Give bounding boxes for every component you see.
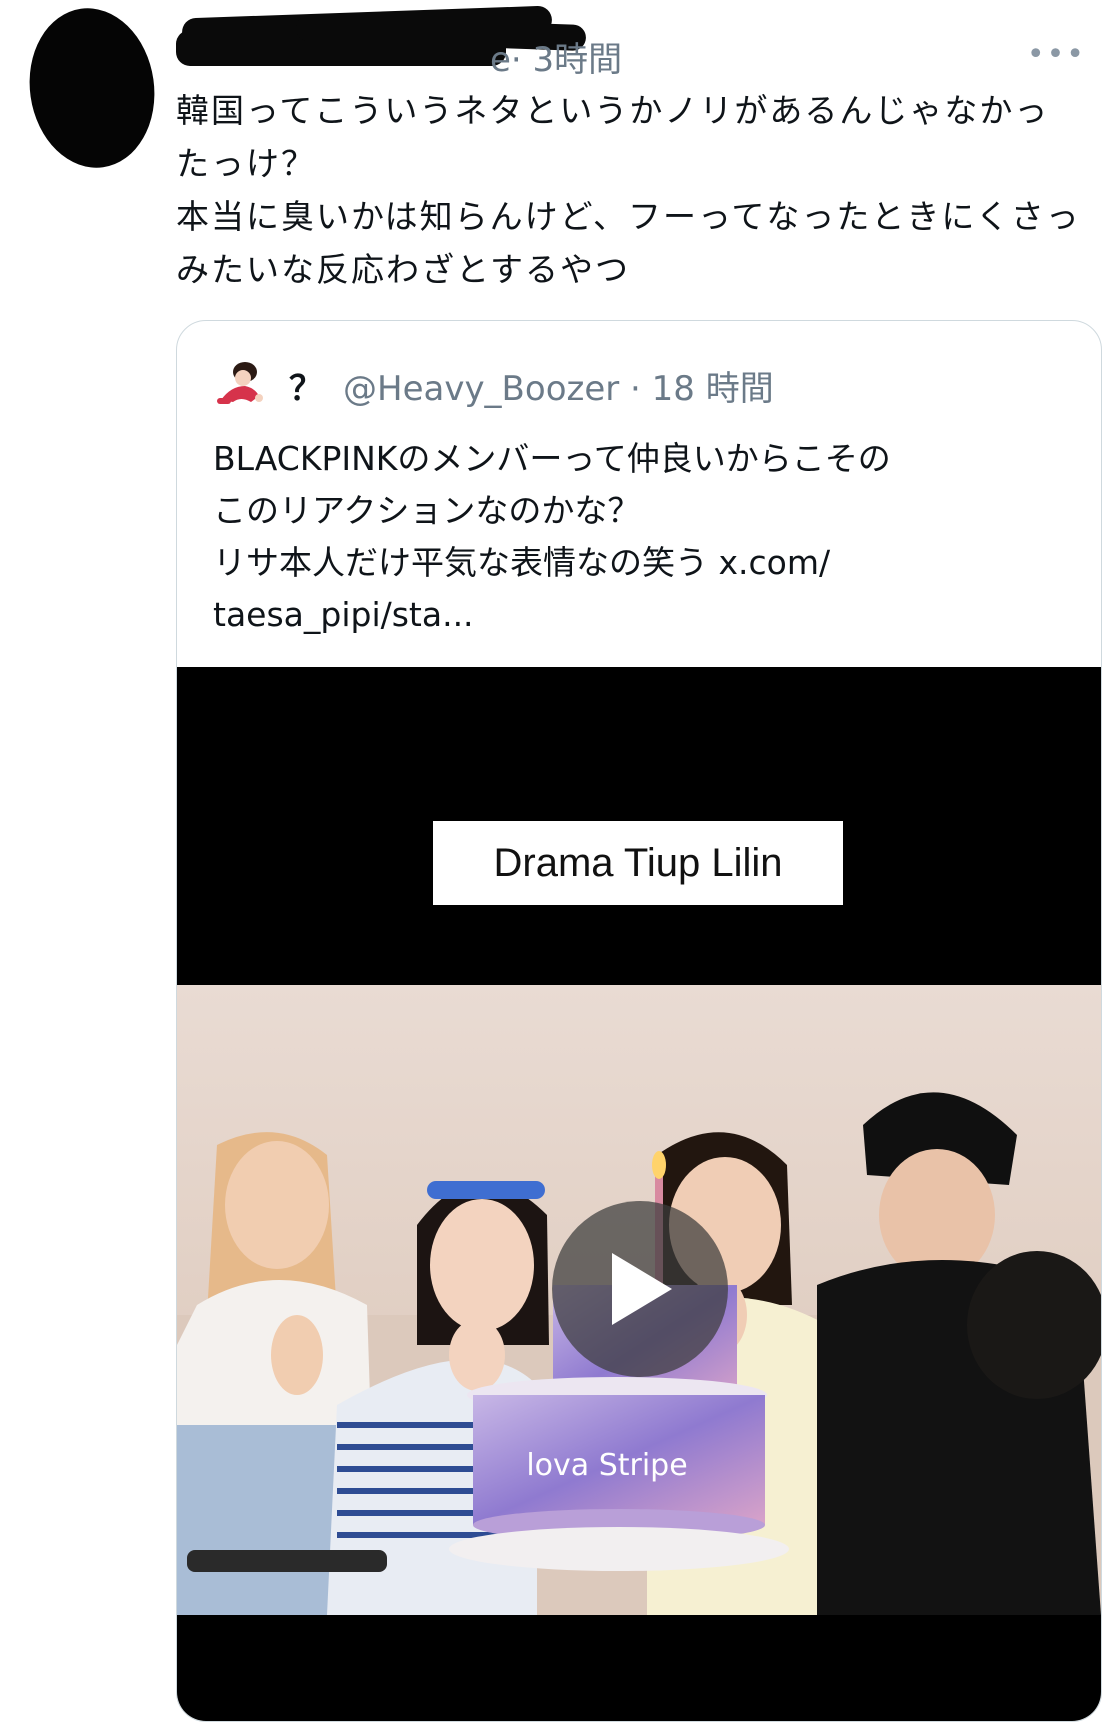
quoted-avatar-illustration xyxy=(217,362,263,404)
play-icon xyxy=(612,1253,672,1325)
tweet-text: 韓国ってこういうネタというかノリがあるんじゃなかったっけ？ 本当に臭いかは知らん… xyxy=(176,91,1081,289)
quoted-handle-time[interactable]: @Heavy_Boozer · 18 時間 xyxy=(343,361,774,410)
play-button[interactable] xyxy=(552,1201,728,1377)
quoted-avatar[interactable] xyxy=(211,356,269,414)
username-fragment: e xyxy=(490,40,511,80)
tweet-time[interactable]: · 3時間 xyxy=(511,40,622,80)
tweet-meta: e· 3時間 xyxy=(490,32,622,81)
cake-lettering: lova Stripe xyxy=(526,1448,687,1483)
more-icon[interactable]: ••• xyxy=(1027,40,1086,70)
quoted-header: ？ @Heavy_Boozer · 18 時間 xyxy=(211,355,774,415)
quoted-tweet-card[interactable]: ？ @Heavy_Boozer · 18 時間 BLACKPINKのメンバーって… xyxy=(176,320,1102,1722)
quoted-display-name[interactable]: ？ xyxy=(289,361,323,410)
quoted-video[interactable]: Drama Tiup Lilin lova Stripe xyxy=(177,667,1101,1721)
video-caption: Drama Tiup Lilin xyxy=(433,821,843,905)
author-avatar-redacted[interactable] xyxy=(19,0,165,176)
quoted-text: BLACKPINKのメンバーって仲良いからこその このリアクションなのかな？ リ… xyxy=(213,439,891,634)
